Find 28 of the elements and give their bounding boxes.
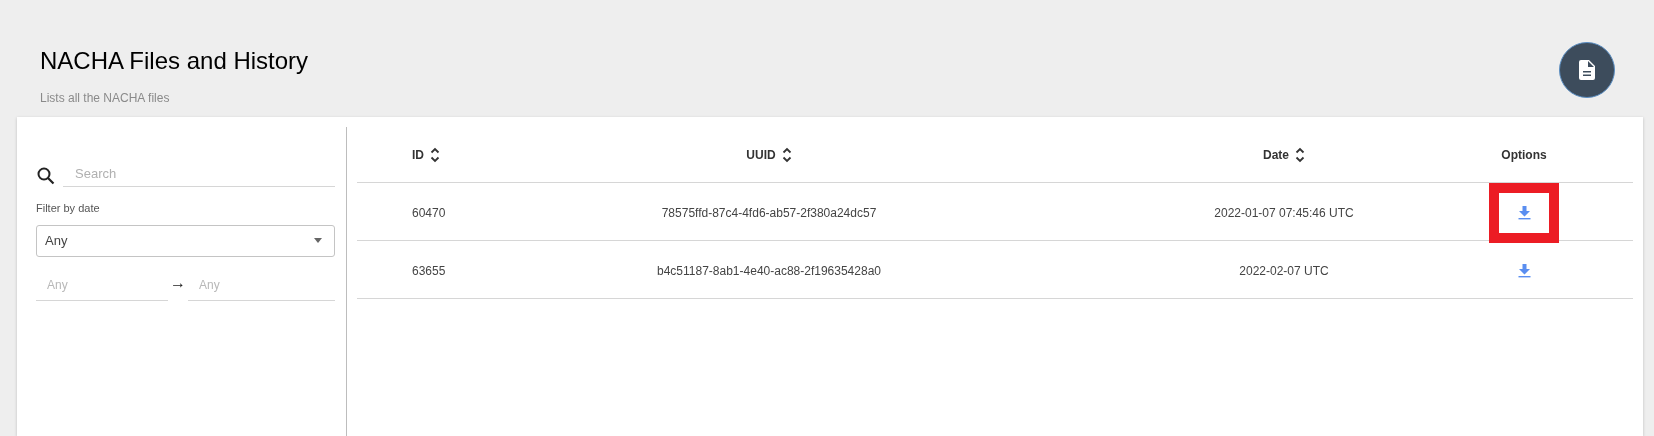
range-arrow: → xyxy=(169,272,187,293)
column-header[interactable]: ID xyxy=(412,145,424,164)
filter-label: Filter by date xyxy=(36,201,101,216)
table-cell-text: b4c51187-8ab1-4e40-ac88-2f19635428a0 xyxy=(657,263,881,280)
date-filter-select[interactable]: Any xyxy=(36,224,335,257)
column-header[interactable]: UUID xyxy=(746,145,776,164)
sort-icon[interactable] xyxy=(430,146,440,163)
sort-icon[interactable] xyxy=(781,146,792,163)
search-field[interactable]: Search xyxy=(63,161,335,187)
page-subtitle: Lists all the NACHA files xyxy=(40,90,171,107)
page-title: NACHA Files and History xyxy=(40,47,309,75)
table-cell-text: 78575ffd-87c4-4fd6-ab57-2f380a24dc57 xyxy=(661,205,877,222)
table-cell-text: 63655 xyxy=(411,263,447,280)
sort-icon[interactable] xyxy=(1295,146,1305,163)
start-date-field[interactable]: Any xyxy=(36,270,168,301)
document-icon xyxy=(1579,60,1595,80)
table-cell-text: 2022-02-07 UTC xyxy=(1239,263,1329,280)
column-header: Options xyxy=(1501,146,1547,164)
search-icon xyxy=(37,167,55,185)
column-header[interactable]: Date xyxy=(1263,145,1289,164)
table-cell-text: 2022-01-07 07:45:46 UTC xyxy=(1214,205,1354,222)
download-icon xyxy=(1517,206,1531,220)
end-date-field[interactable]: Any xyxy=(188,270,335,301)
table-cell-text: 60470 xyxy=(411,205,447,222)
download-icon xyxy=(1517,264,1531,278)
caret-icon xyxy=(314,238,322,243)
new-file-button[interactable] xyxy=(1559,42,1615,98)
download-button[interactable] xyxy=(1489,183,1559,243)
